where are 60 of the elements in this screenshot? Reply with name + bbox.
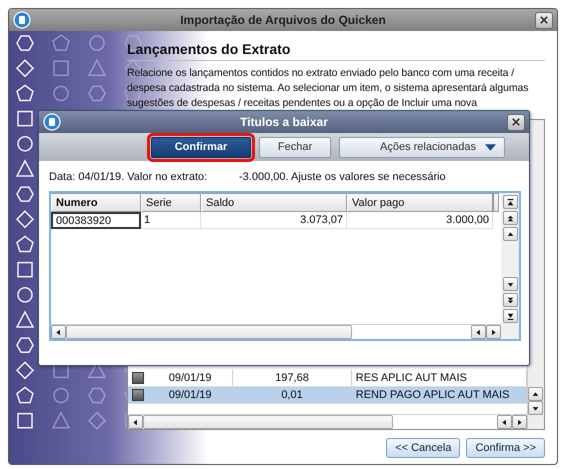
arrow-icon [506,312,514,320]
scroll-button[interactable] [502,277,518,291]
scroll-button[interactable] [502,211,518,225]
app-logo-icon [43,113,61,131]
toolbar-button[interactable]: Ações relacionadas [339,136,505,158]
table-cell[interactable]: 3.000,00 [347,212,493,229]
arrow-icon [490,328,497,336]
table-cell[interactable]: 000383920 [51,212,141,229]
scroll-button[interactable] [528,401,543,415]
list-row[interactable]: 09/01/19 0,01 REND PAGO APLIC AUT MAIS [128,387,527,404]
arrow-icon [55,328,62,336]
info-text: -3.000,00. Ajuste os valores se necessário [239,171,446,183]
scroll-button[interactable] [502,227,518,241]
arrow-icon [506,198,514,206]
arrow-icon [506,214,514,222]
section-heading: Lançamentos do Extrato [127,41,545,61]
date-cell: 09/01/19 [148,387,234,403]
scroll-button[interactable] [497,415,512,429]
column-header[interactable]: Valor pago [347,193,493,212]
arrow-icon [132,418,139,426]
arrow-icon [506,280,514,288]
toolbar-button[interactable]: Fechar [259,136,331,158]
info-label: Data: 04/01/19. Valor no extrato: [49,171,208,183]
scrollbar-thumb[interactable] [143,415,393,429]
caret-icon [485,144,496,150]
close-button[interactable] [507,114,525,130]
column-header[interactable]: Serie [141,193,201,212]
window-title: Importação de Arquivos do Quicken [179,13,387,27]
wizard-button[interactable]: << Cancela [386,438,460,458]
amount-cell: 197,68 [233,370,352,386]
scroll-button[interactable] [486,325,501,339]
arrow-icon [516,418,523,426]
checkbox[interactable] [132,389,144,401]
scroll-button[interactable] [528,387,543,401]
column-header[interactable]: Saldo [201,193,347,212]
scroll-button[interactable] [512,415,527,429]
scroll-button[interactable] [502,293,518,307]
arrow-icon [475,328,482,336]
amount-cell: 0,01 [233,387,352,403]
arrow-icon [501,418,508,426]
arrow-icon [506,296,514,304]
checkbox[interactable] [132,372,144,384]
scroll-button[interactable] [502,195,518,209]
app-logo-icon [13,11,31,29]
scroll-button[interactable] [502,309,518,323]
scrollbar-thumb[interactable] [66,325,352,339]
close-icon [512,118,520,126]
scroll-button[interactable] [51,325,66,339]
date-cell: 09/01/19 [148,370,234,386]
table-cell[interactable]: 3.073,07 [201,212,347,229]
close-icon [540,16,548,24]
wizard-button[interactable]: Confirma >> [466,438,545,458]
table-cell[interactable]: 1 [141,212,201,229]
scroll-button[interactable] [471,325,486,339]
dialog-title: Titulos a baixar [239,115,329,129]
arrow-icon [506,230,514,238]
description-text: Relacione os lançamentos contidos no extrato enviado pelo banco com uma receita / despesa cadastrada no sistema. Ao selecionar um item, o sistema apresentará algumas sugestões de despesas / receitas pendentes ou a opção de Incluir uma nova [127,66,530,111]
column-header[interactable]: Numero [51,193,141,212]
scroll-button[interactable] [128,415,143,429]
close-button[interactable] [535,12,553,28]
